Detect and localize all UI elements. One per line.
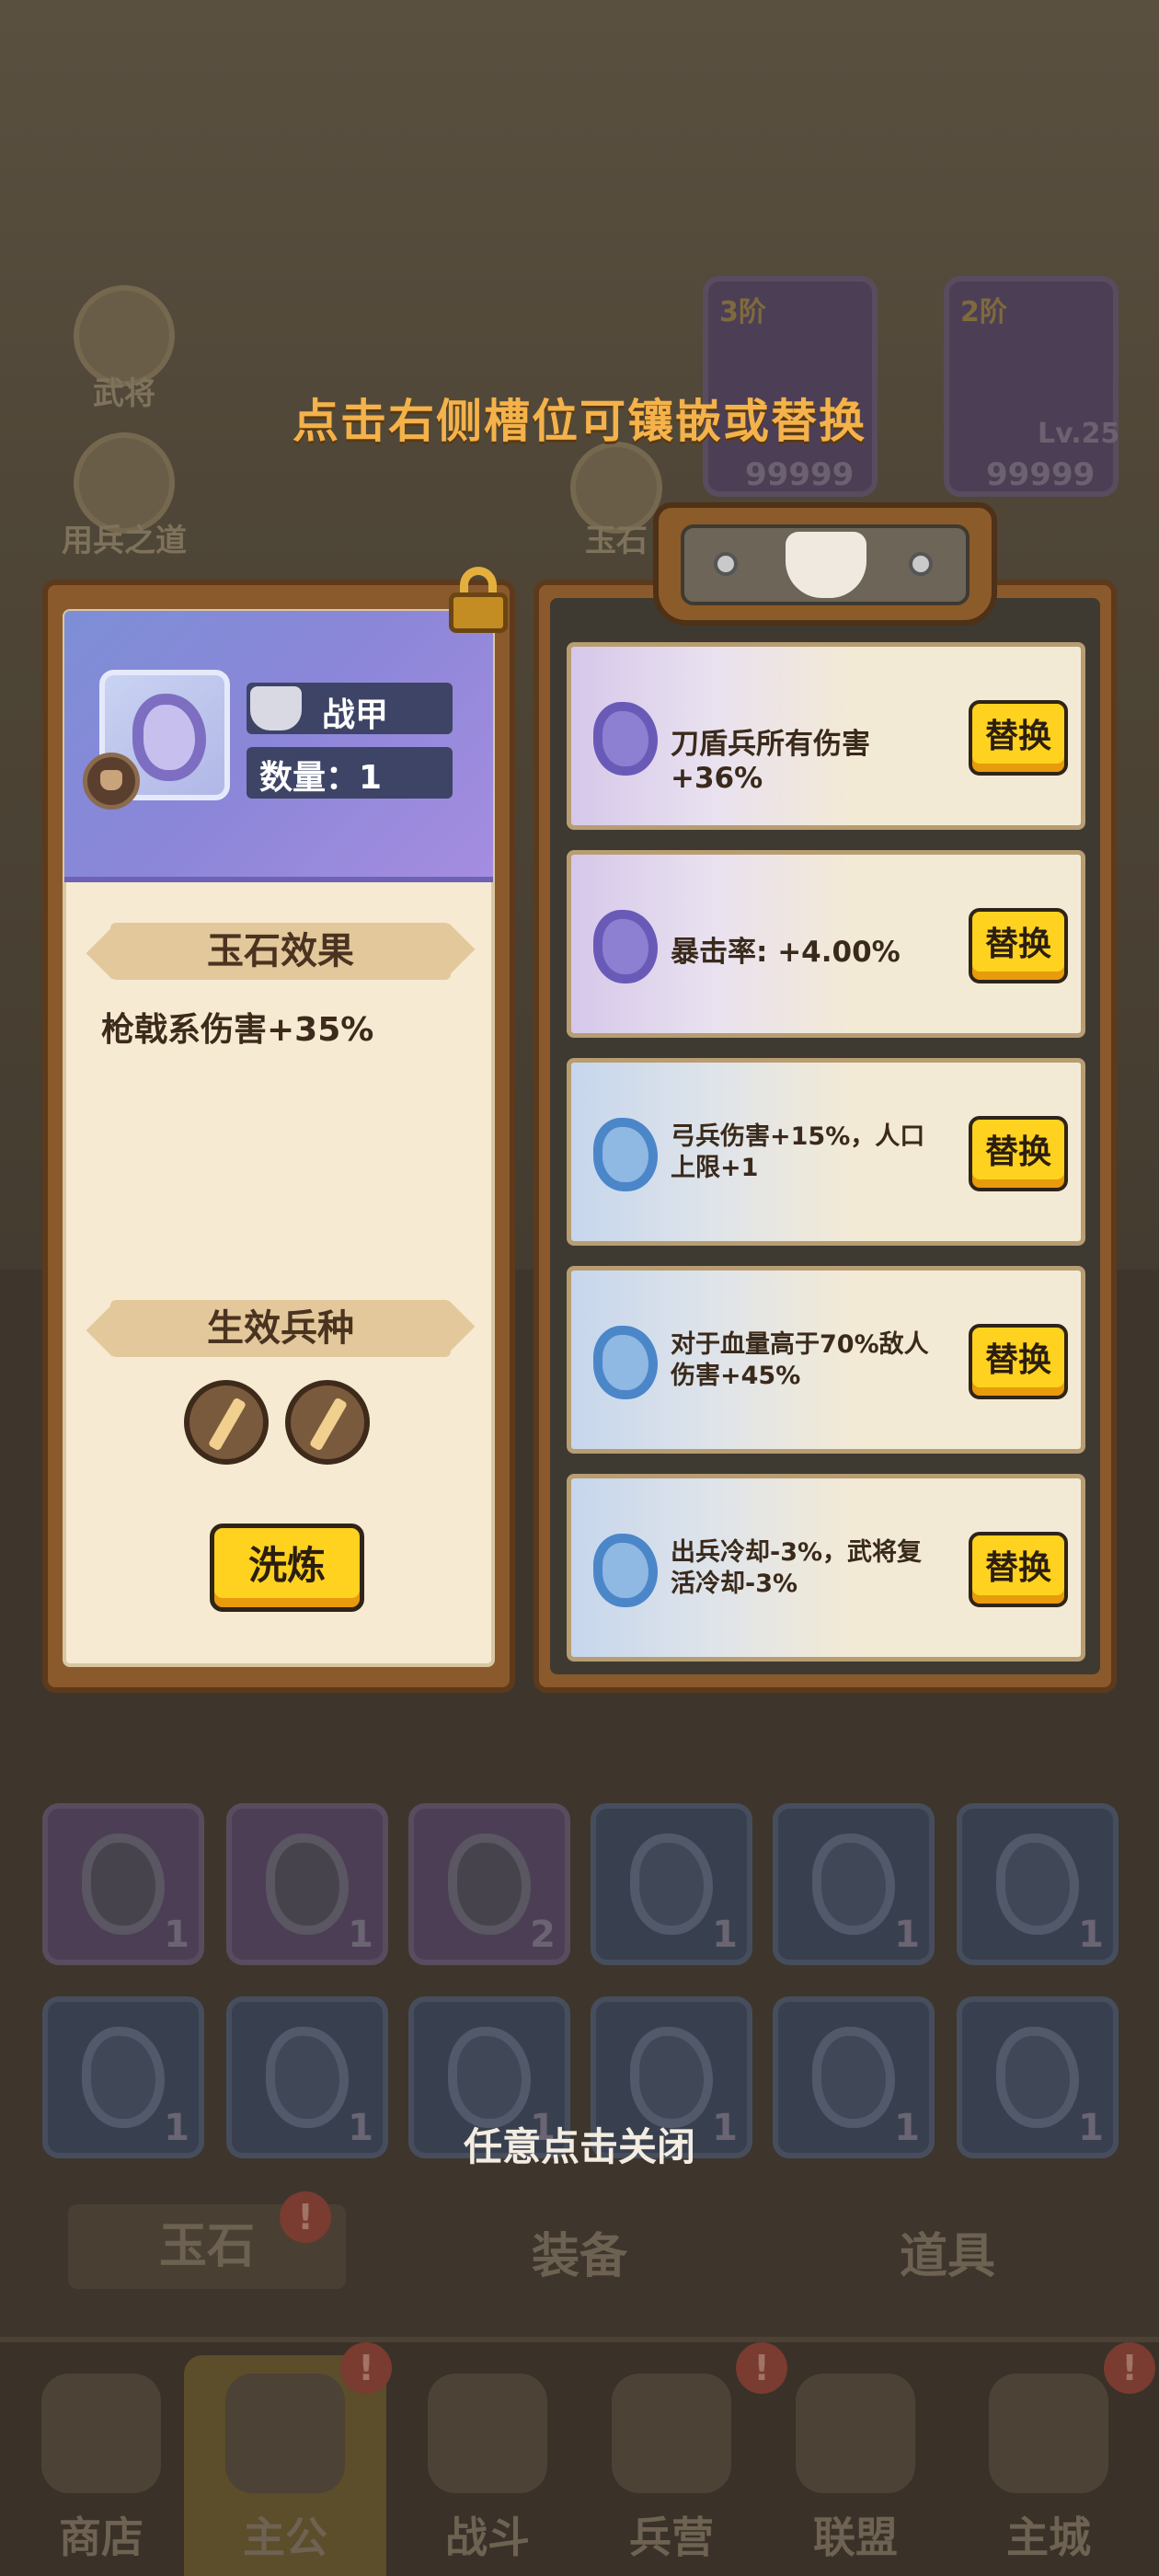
slot-name: 战甲	[322, 696, 389, 734]
alliance-icon	[796, 2374, 915, 2493]
jade-slot[interactable]: 1	[773, 1803, 935, 1965]
rivet-icon	[909, 552, 933, 576]
jade-slot[interactable]: 1	[226, 1803, 388, 1965]
nav-battle-label: 战斗	[445, 2513, 530, 2562]
tab-equipment[interactable]: 装备	[442, 2217, 717, 2286]
nav-shop-label: 商店	[59, 2513, 143, 2562]
nav-alliance[interactable]: 联盟	[754, 2355, 957, 2576]
replace-button[interactable]: 替换	[969, 1532, 1068, 1607]
nav-barracks[interactable]: 兵营	[570, 2355, 773, 2576]
troop-header-label: 生效兵种	[207, 1307, 354, 1350]
crossed-swords-icon	[428, 2374, 547, 2493]
unlocked-padlock-icon[interactable]	[449, 567, 508, 633]
tap-to-close-hint[interactable]: 任意点击关闭	[0, 2116, 1159, 2172]
purple-jade-icon	[593, 910, 658, 983]
armor-emblem-icon	[786, 532, 866, 598]
city-icon	[989, 2374, 1108, 2493]
jade-slot-card-4[interactable]: 对于血量高于70%敌人伤害+45% 替换	[567, 1266, 1085, 1454]
refine-button[interactable]: 洗炼	[210, 1524, 364, 1612]
jade-count: 1	[348, 1914, 373, 1956]
replace-button[interactable]: 替换	[969, 1116, 1068, 1191]
shop-icon	[41, 2374, 161, 2493]
jade-slot-card-2[interactable]: 暴击率: +4.00% 替换	[567, 850, 1085, 1038]
jade-slot-card-3[interactable]: 弓兵伤害+15%，人口上限+1 替换	[567, 1058, 1085, 1246]
jade-slot-card-5[interactable]: 出兵冷却-3%，武将复活冷却-3% 替换	[567, 1474, 1085, 1662]
jade-slot[interactable]: 1	[591, 1803, 752, 1965]
effect-text: 枪戟系伤害+35%	[101, 1011, 374, 1049]
slot-effect-text: 暴击率: +4.00%	[671, 936, 901, 969]
slot-effect-text: 出兵冷却-3%，武将复活冷却-3%	[671, 1538, 923, 1598]
jade-count: 1	[164, 1914, 189, 1956]
slot-effect-text: 刀盾兵所有伤害+36%	[671, 728, 870, 795]
jade-count: 1	[1078, 1914, 1104, 1956]
jade-slot[interactable]: 1	[42, 1803, 204, 1965]
slot-effect-text: 对于血量高于70%敌人伤害+45%	[671, 1330, 929, 1390]
jade-nav-label: 玉石	[585, 523, 648, 559]
inlay-hint: 点击右侧槽位可镶嵌或替换	[293, 395, 866, 448]
jade-count: 2	[530, 1914, 556, 1956]
nav-battle[interactable]: 战斗	[386, 2355, 589, 2576]
effect-header: 玉石效果	[110, 923, 451, 980]
nav-shop[interactable]: 商店	[0, 2355, 202, 2576]
armor-icon	[250, 686, 302, 730]
blue-jade-icon	[593, 1534, 658, 1607]
rivet-icon	[714, 552, 738, 576]
nav-lord-label: 主公	[243, 2513, 327, 2562]
nav-lord-alert-icon: !	[340, 2342, 392, 2394]
tactics-label: 用兵之道	[62, 523, 187, 559]
lord-icon	[225, 2374, 345, 2493]
slot-effect-text: 弓兵伤害+15%，人口上限+1	[671, 1122, 925, 1182]
jade-count: 1	[894, 1914, 920, 1956]
armor-value-2: 99999	[986, 456, 1096, 493]
armor-tier-1: 3阶	[719, 296, 766, 328]
blue-jade-icon	[593, 1326, 658, 1399]
troop-header: 生效兵种	[110, 1300, 451, 1357]
quantity-text: 数量：1	[259, 759, 383, 797]
tab-jade-alert-icon: !	[280, 2191, 331, 2243]
blue-jade-icon	[593, 1118, 658, 1191]
purple-jade-icon	[593, 702, 658, 776]
nav-city-alert-icon: !	[1104, 2342, 1155, 2394]
armor-value-1: 99999	[745, 456, 855, 493]
jade-count: 1	[712, 1914, 738, 1956]
spear-troop-icon	[184, 1380, 269, 1465]
replace-button[interactable]: 替换	[969, 1324, 1068, 1399]
effect-header-label: 玉石效果	[207, 930, 354, 972]
jade-slot[interactable]: 1	[957, 1803, 1119, 1965]
jade-slot[interactable]: 2	[408, 1803, 570, 1965]
halberd-troop-icon	[285, 1380, 370, 1465]
replace-button[interactable]: 替换	[969, 700, 1068, 776]
nav-city-label: 主城	[1006, 2513, 1091, 2562]
nav-alliance-label: 联盟	[813, 2513, 898, 2562]
barracks-icon	[612, 2374, 731, 2493]
boar-badge-icon	[83, 753, 140, 810]
nav-barracks-alert-icon: !	[736, 2342, 787, 2394]
replace-button[interactable]: 替换	[969, 908, 1068, 983]
tab-items[interactable]: 道具	[809, 2217, 1085, 2286]
nav-barracks-label: 兵营	[629, 2513, 714, 2562]
jade-slot-card-1[interactable]: 刀盾兵所有伤害+36% 替换	[567, 642, 1085, 830]
armor-tier-2: 2阶	[960, 296, 1007, 328]
